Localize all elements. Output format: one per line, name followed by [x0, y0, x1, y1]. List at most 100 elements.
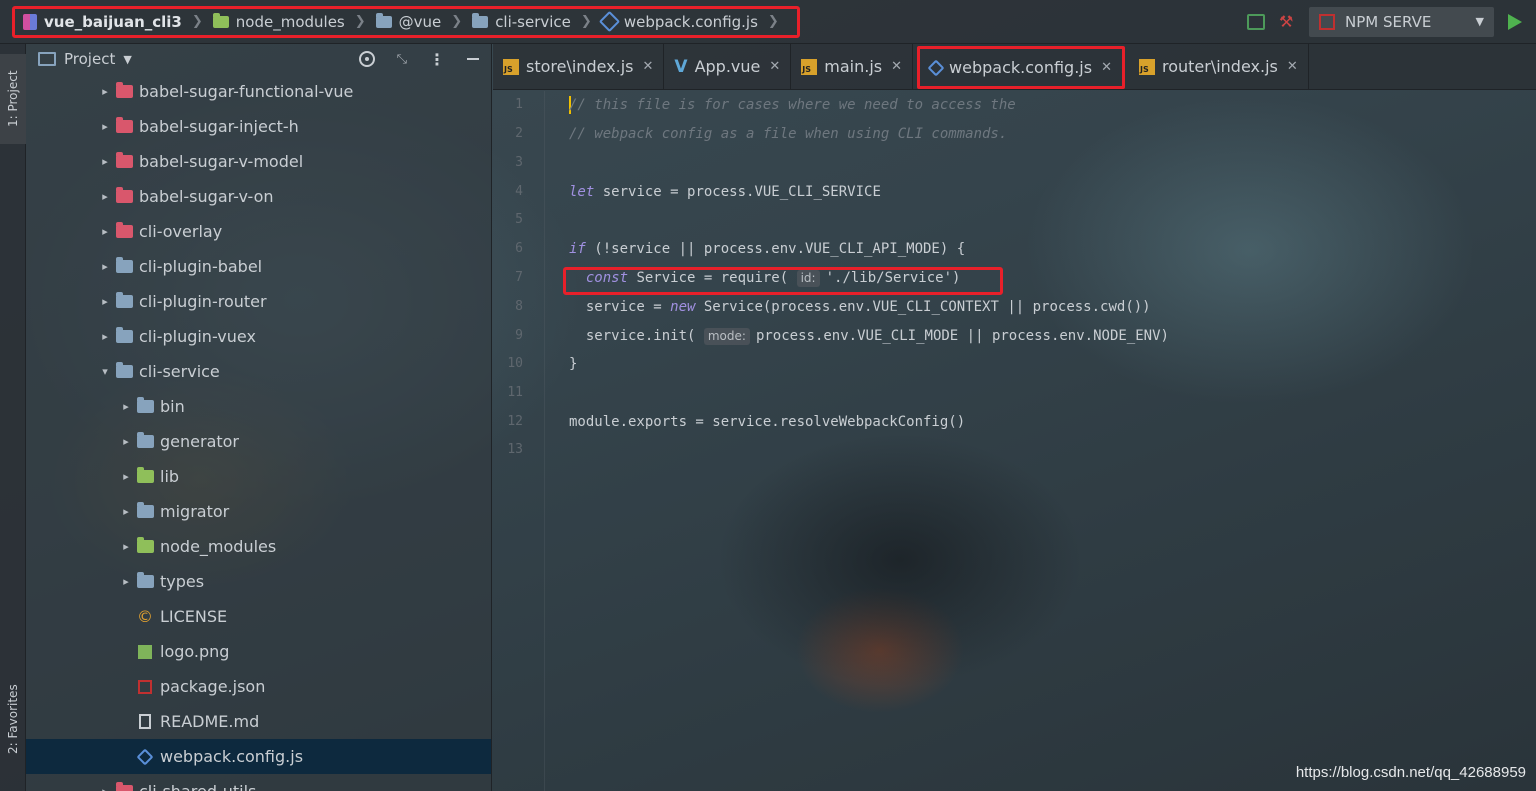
folder-icon	[212, 12, 229, 28]
line-number: 10	[507, 356, 523, 371]
editor-tab[interactable]: V App.vue ✕	[664, 44, 792, 89]
tab-label: router\index.js	[1161, 57, 1278, 76]
build-hammer-icon[interactable]: ⚒	[1279, 13, 1295, 30]
breadcrumb-webpack-config[interactable]: webpack.config.js	[598, 10, 758, 33]
tree-item[interactable]: ▾ cli-service	[26, 354, 491, 389]
tree-item-label: logo.png	[160, 642, 230, 661]
chevron-right-icon[interactable]: ▸	[98, 155, 112, 168]
breadcrumb-label: node_modules	[235, 12, 345, 31]
favorites-tool-tab[interactable]: 2: Favorites	[0, 664, 26, 774]
tree-item[interactable]: ▸ generator	[26, 424, 491, 459]
folder-icon	[116, 782, 133, 791]
tree-item-label: webpack.config.js	[160, 747, 304, 766]
tree-item-label: package.json	[160, 677, 266, 696]
close-icon[interactable]: ✕	[643, 59, 654, 74]
tree-item[interactable]: ▸ migrator	[26, 494, 491, 529]
run-configuration-select[interactable]: NPM SERVE ▼	[1309, 6, 1494, 37]
tree-item[interactable]: ▸ types	[26, 564, 491, 599]
editor-tab[interactable]: JS store\index.js ✕	[493, 44, 665, 89]
line-number: 8	[515, 299, 523, 314]
file-tree: ▸ babel-sugar-functional-vue ▸ babel-sugar-…	[26, 74, 491, 791]
chevron-right-icon[interactable]: ▸	[119, 470, 133, 483]
tree-item[interactable]: webpack.config.js	[26, 739, 491, 774]
editor-tab[interactable]: JS main.js ✕	[791, 44, 914, 89]
chevron-right-icon[interactable]: ▸	[98, 190, 112, 203]
watermark-url: https://blog.csdn.net/qq_42688959	[1295, 764, 1526, 781]
project-panel-title[interactable]: Project	[64, 50, 115, 68]
breadcrumb-node-modules[interactable]: node_modules	[212, 12, 345, 31]
license-icon: ©	[137, 607, 153, 626]
tab-label: App.vue	[694, 57, 761, 76]
tree-item[interactable]: ▸ cli-shared-utils	[26, 774, 491, 791]
tree-item[interactable]: ▸ cli-overlay	[26, 214, 491, 249]
tree-item-label: migrator	[160, 502, 230, 521]
chevron-down-icon[interactable]: ▾	[98, 365, 112, 378]
tree-item[interactable]: package.json	[26, 669, 491, 704]
chevron-down-icon[interactable]: ▼	[123, 53, 131, 66]
editor-tab[interactable]: webpack.config.js ✕	[917, 46, 1125, 89]
code-line: const Service = require( id: './lib/Servi…	[585, 270, 961, 287]
chevron-down-icon: ▼	[1475, 15, 1484, 28]
hide-panel-icon[interactable]	[467, 58, 479, 60]
breadcrumb-project[interactable]: vue_baijuan_cli3	[23, 13, 182, 31]
chevron-right-icon[interactable]: ▸	[119, 435, 133, 448]
run-play-icon[interactable]	[1508, 13, 1522, 30]
options-menu-icon[interactable]: ⋮	[429, 50, 445, 69]
tree-item-label: lib	[160, 467, 180, 486]
chevron-right-icon[interactable]: ▸	[98, 85, 112, 98]
locate-file-icon[interactable]	[358, 51, 375, 67]
folder-icon	[137, 467, 154, 483]
npm-package-icon	[138, 679, 152, 694]
folder-icon	[116, 187, 133, 203]
close-icon[interactable]: ✕	[1287, 59, 1298, 74]
breadcrumb-vue[interactable]: @vue	[375, 12, 441, 31]
tree-item-label: babel-sugar-inject-h	[139, 117, 299, 136]
chevron-right-icon[interactable]: ▸	[119, 540, 133, 553]
tree-item[interactable]: ▸ cli-plugin-babel	[26, 249, 491, 284]
tree-item[interactable]: README.md	[26, 704, 491, 739]
tree-item[interactable]: ▸ node_modules	[26, 529, 491, 564]
tree-item[interactable]: ▸ babel-sugar-v-on	[26, 179, 491, 214]
tree-item[interactable]: ▸ cli-plugin-router	[26, 284, 491, 319]
javascript-file-icon: JS	[503, 58, 519, 75]
chevron-right-icon[interactable]: ▸	[98, 785, 112, 791]
project-tool-tab[interactable]: 1: Project	[0, 54, 26, 144]
folder-icon	[116, 82, 133, 98]
tree-item[interactable]: ▸ cli-plugin-vuex	[26, 319, 491, 354]
chevron-right-icon[interactable]: ▸	[98, 120, 112, 133]
tree-item[interactable]: ▸ babel-sugar-v-model	[26, 144, 491, 179]
breadcrumb-cli-service[interactable]: cli-service	[472, 12, 571, 31]
tree-item[interactable]: ▸ lib	[26, 459, 491, 494]
chevron-right-icon[interactable]: ▸	[119, 575, 133, 588]
editor-tab[interactable]: JS router\index.js ✕	[1129, 44, 1309, 89]
chevron-right-icon[interactable]: ▸	[119, 505, 133, 518]
chevron-right-icon[interactable]: ▸	[119, 400, 133, 413]
folder-icon	[137, 432, 154, 448]
tree-item[interactable]: © LICENSE	[26, 599, 491, 634]
tree-item-label: babel-sugar-v-on	[139, 187, 274, 206]
chevron-right-icon[interactable]: ▸	[98, 260, 112, 273]
code-editor[interactable]: 1 2 3 4 5 6 7 8 9 10 11 12 13 // this file is for ca…	[493, 91, 1536, 791]
code-line: service.init( mode: process.env.VUE_CLI_M…	[569, 328, 1169, 345]
tool-window-strip: 1: Project 2: Favorites	[0, 44, 26, 791]
webpack-icon	[927, 59, 945, 76]
parameter-hint: mode:	[703, 328, 750, 345]
chevron-right-icon[interactable]: ▸	[98, 295, 112, 308]
line-number: 7	[515, 270, 523, 285]
terminal-icon[interactable]	[1247, 13, 1265, 30]
line-number: 3	[515, 155, 523, 170]
navigation-bar: vue_baijuan_cli3 ❯ node_modules ❯ @vue ❯…	[0, 0, 1536, 44]
tree-item[interactable]: ▸ bin	[26, 389, 491, 424]
tree-item[interactable]: ▸ babel-sugar-inject-h	[26, 109, 491, 144]
editor-tabs: JS store\index.js ✕ V App.vue ✕ JS main.js ✕ webp…	[493, 44, 1536, 90]
collapse-all-icon[interactable]: ⤡	[397, 52, 407, 67]
close-icon[interactable]: ✕	[769, 59, 780, 74]
chevron-right-icon[interactable]: ▸	[98, 330, 112, 343]
run-config-label: NPM SERVE	[1345, 12, 1432, 31]
close-icon[interactable]: ✕	[891, 59, 902, 74]
chevron-right-icon[interactable]: ▸	[98, 225, 112, 238]
tree-item-label: cli-overlay	[139, 222, 223, 241]
tree-item[interactable]: ▸ babel-sugar-functional-vue	[26, 74, 491, 109]
close-icon[interactable]: ✕	[1101, 60, 1112, 75]
tree-item[interactable]: logo.png	[26, 634, 491, 669]
